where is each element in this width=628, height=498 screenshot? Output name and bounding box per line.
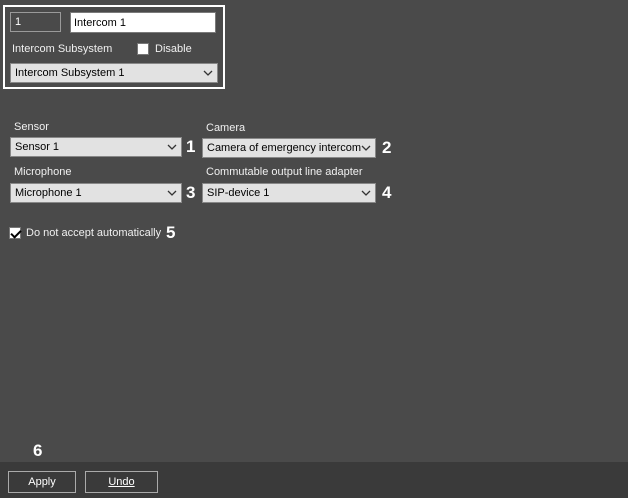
do-not-accept-checkbox[interactable] xyxy=(9,227,21,239)
chevron-down-icon xyxy=(361,187,371,199)
adapter-label: Commutable output line adapter xyxy=(206,166,363,178)
callout-2: 2 xyxy=(382,138,392,157)
sensor-select[interactable]: Sensor 1 xyxy=(10,137,182,157)
adapter-select-value: SIP-device 1 xyxy=(207,187,270,199)
disable-checkbox[interactable] xyxy=(137,43,149,55)
disable-label: Disable xyxy=(155,43,192,55)
camera-label: Camera xyxy=(206,122,246,134)
do-not-accept-label: Do not accept automatically xyxy=(26,227,162,239)
sensor-select-value: Sensor 1 xyxy=(15,141,60,153)
object-id-field[interactable] xyxy=(10,12,61,32)
callout-3: 3 xyxy=(186,183,196,202)
chevron-down-icon xyxy=(167,141,177,153)
camera-select[interactable]: Camera of emergency intercom xyxy=(202,138,376,158)
subsystem-select[interactable]: Intercom Subsystem 1 xyxy=(10,63,218,83)
apply-button[interactable]: Apply xyxy=(8,471,76,493)
chevron-down-icon xyxy=(361,142,371,154)
callout-5: 5 xyxy=(166,223,176,242)
chevron-down-icon xyxy=(167,187,177,199)
camera-select-value: Camera of emergency intercom xyxy=(207,142,362,154)
undo-button[interactable]: Undo xyxy=(85,471,158,493)
sensor-label: Sensor xyxy=(14,121,49,133)
callout-6: 6 xyxy=(33,441,43,460)
microphone-select[interactable]: Microphone 1 xyxy=(10,183,182,203)
callout-1: 1 xyxy=(186,137,196,156)
object-name-field[interactable] xyxy=(70,12,216,33)
adapter-select[interactable]: SIP-device 1 xyxy=(202,183,376,203)
microphone-select-value: Microphone 1 xyxy=(15,187,82,199)
microphone-label: Microphone xyxy=(14,166,72,178)
callout-4: 4 xyxy=(382,183,392,202)
subsystem-label: Intercom Subsystem xyxy=(12,43,113,55)
undo-button-label: Undo xyxy=(108,476,135,488)
subsystem-select-value: Intercom Subsystem 1 xyxy=(15,67,125,79)
chevron-down-icon xyxy=(203,67,213,79)
